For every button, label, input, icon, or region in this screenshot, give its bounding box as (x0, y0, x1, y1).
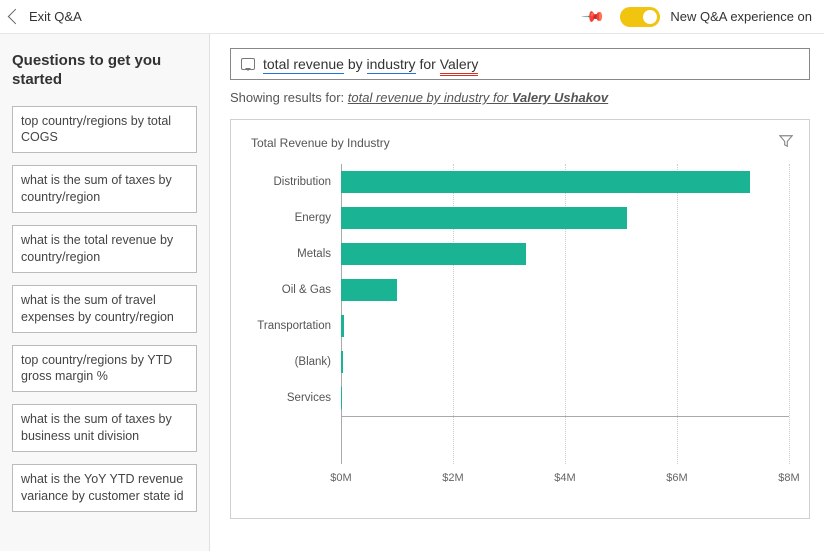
suggested-question[interactable]: top country/regions by total COGS (12, 106, 197, 154)
bar-row (341, 272, 789, 308)
category-label: (Blank) (251, 344, 341, 380)
pin-icon[interactable]: 📌 (580, 4, 606, 30)
bar-row (341, 236, 789, 272)
suggested-question[interactable]: what is the sum of travel expenses by co… (12, 285, 197, 333)
gridline (789, 164, 790, 464)
category-label: Metals (251, 236, 341, 272)
chevron-left-icon (8, 9, 24, 25)
suggested-question[interactable]: what is the sum of taxes by business uni… (12, 404, 197, 452)
x-tick-label: $0M (330, 472, 351, 484)
x-tick-label: $2M (442, 472, 463, 484)
query-term-industry: industry (367, 56, 416, 74)
experience-toggle-label: New Q&A experience on (670, 9, 812, 24)
x-axis-line (341, 416, 789, 417)
filter-icon[interactable] (779, 134, 793, 151)
showing-results-line: Showing results for: total revenue by in… (230, 90, 810, 105)
chat-icon (241, 58, 255, 70)
bar-row (341, 200, 789, 236)
bar-row (341, 344, 789, 380)
query-connector: for (416, 56, 440, 72)
bar[interactable] (341, 243, 526, 265)
chart-title: Total Revenue by Industry (251, 136, 789, 150)
query-connector: by (344, 56, 367, 72)
query-text: total revenue by industry for Valery (263, 56, 478, 72)
bar-row (341, 380, 789, 416)
x-tick-label: $8M (778, 472, 799, 484)
x-tick-label: $6M (666, 472, 687, 484)
experience-toggle[interactable] (620, 7, 660, 27)
showing-phrase: total revenue by industry for (348, 90, 512, 105)
bar[interactable] (341, 351, 343, 373)
category-label: Distribution (251, 164, 341, 200)
x-tick-label: $4M (554, 472, 575, 484)
main-area: Questions to get you started top country… (0, 34, 824, 551)
experience-toggle-wrap: New Q&A experience on (620, 7, 812, 27)
exit-qa-button[interactable]: Exit Q&A (10, 9, 584, 24)
sidebar-title: Questions to get you started (12, 52, 197, 90)
y-axis-labels: DistributionEnergyMetalsOil & GasTranspo… (251, 164, 341, 464)
chart-card: Total Revenue by Industry DistributionEn… (230, 119, 810, 519)
sidebar: Questions to get you started top country… (0, 34, 210, 551)
bars-column (341, 164, 789, 464)
suggested-question[interactable]: what is the YoY YTD revenue variance by … (12, 464, 197, 512)
query-input[interactable]: total revenue by industry for Valery (230, 48, 810, 80)
content-area: total revenue by industry for Valery Sho… (210, 34, 824, 551)
bar[interactable] (341, 315, 344, 337)
plot-area: DistributionEnergyMetalsOil & GasTranspo… (251, 164, 789, 464)
bar[interactable] (341, 387, 342, 409)
query-term-valery: Valery (440, 56, 479, 76)
query-term-revenue: total revenue (263, 56, 344, 74)
category-label: Energy (251, 200, 341, 236)
bar[interactable] (341, 171, 750, 193)
suggested-question[interactable]: top country/regions by YTD gross margin … (12, 345, 197, 393)
showing-name: Valery Ushakov (512, 90, 608, 105)
bar-row (341, 164, 789, 200)
bar[interactable] (341, 279, 397, 301)
toggle-knob (643, 10, 657, 24)
showing-prefix: Showing results for: (230, 90, 348, 105)
category-label: Oil & Gas (251, 272, 341, 308)
suggested-question[interactable]: what is the sum of taxes by country/regi… (12, 165, 197, 213)
exit-qa-label: Exit Q&A (29, 9, 82, 24)
suggested-question[interactable]: what is the total revenue by country/reg… (12, 225, 197, 273)
category-label: Transportation (251, 308, 341, 344)
top-bar: Exit Q&A 📌 New Q&A experience on (0, 0, 824, 34)
x-axis: $0M$2M$4M$6M$8M (341, 464, 789, 494)
bar[interactable] (341, 207, 627, 229)
bar-row (341, 308, 789, 344)
category-label: Services (251, 380, 341, 416)
